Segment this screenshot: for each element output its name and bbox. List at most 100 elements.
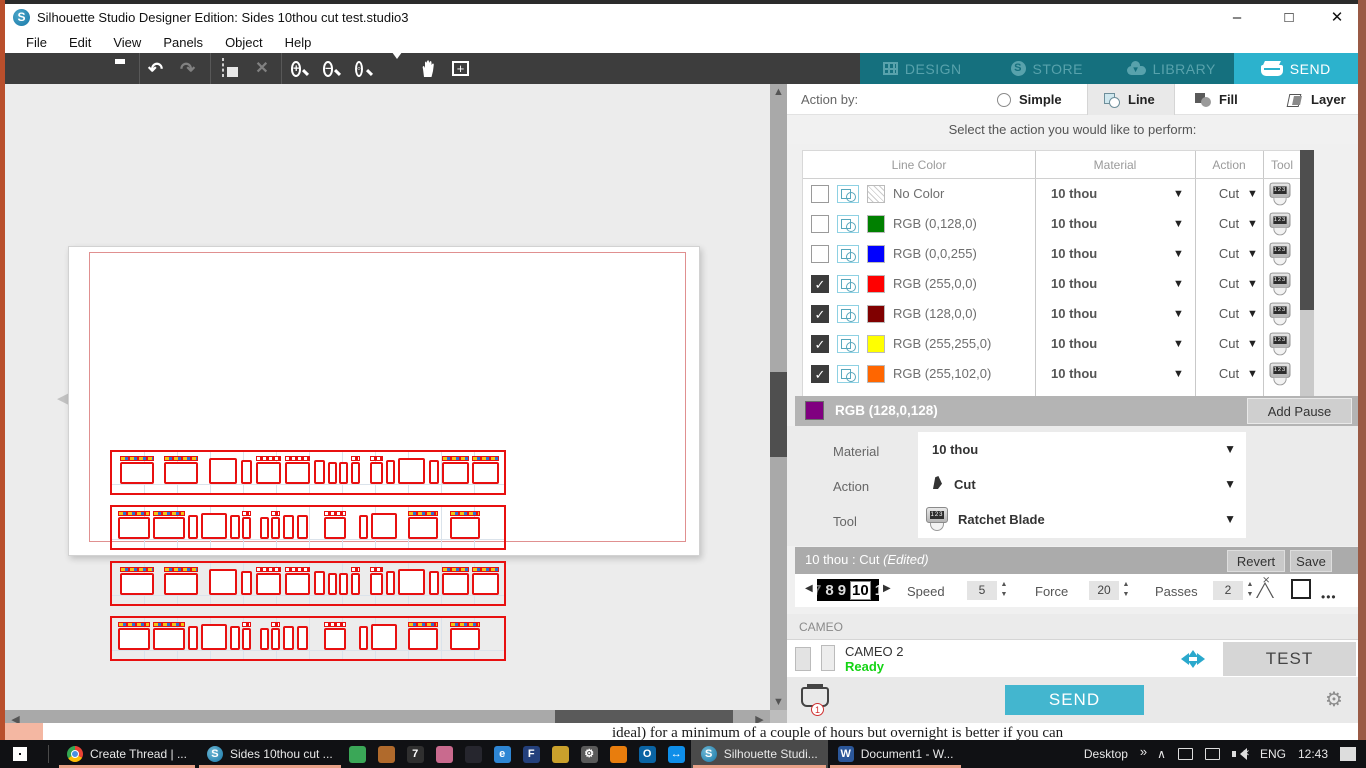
color-row-5[interactable]: ✓RGB (255,255,0)10 thou▼Cut▼123 <box>803 329 1301 359</box>
zoom-in-icon[interactable]: + <box>290 59 312 79</box>
photo-viewer-icon[interactable] <box>349 746 366 763</box>
taskbar-task[interactable]: WDocument1 - W... <box>828 740 964 768</box>
scroll-down-icon[interactable]: ▼ <box>770 696 787 708</box>
roll-left-icon[interactable] <box>1175 653 1189 665</box>
tray-expand-icon[interactable]: ∧ <box>1157 747 1166 761</box>
gear-app-icon[interactable]: ⚙ <box>581 746 598 763</box>
mode-line[interactable]: Line <box>1087 84 1175 115</box>
duplicate-icon[interactable] <box>219 59 241 79</box>
test-square-icon[interactable] <box>1291 579 1311 599</box>
open-file-icon[interactable] <box>45 59 67 79</box>
settings-gear-icon[interactable]: ⚙ <box>1325 687 1343 712</box>
nav-tab-store[interactable]: SSTORE <box>985 53 1110 84</box>
page-nav-left-icon[interactable]: ◀ <box>57 389 69 407</box>
save-button[interactable]: Save <box>1290 550 1332 572</box>
row-tool-blade-icon[interactable]: 123 <box>1270 303 1291 326</box>
carriage-side-strip-3[interactable] <box>110 616 506 661</box>
delete-icon[interactable]: ✕ <box>251 59 273 79</box>
row-checkbox[interactable]: ✓ <box>811 365 829 383</box>
studio-icon[interactable] <box>465 746 482 763</box>
row-tool-blade-icon[interactable]: 123 <box>1270 333 1291 356</box>
blade-test-triangle-icon[interactable] <box>1253 579 1279 602</box>
speed-stepper[interactable]: ▲▼ <box>999 580 1009 600</box>
row-material-dropdown-icon[interactable]: ▼ <box>1173 368 1184 380</box>
table-scroll-thumb[interactable] <box>1300 150 1314 310</box>
taskbar-task[interactable]: Create Thread | ... <box>57 740 197 768</box>
design-canvas[interactable]: ◀ <box>5 84 770 710</box>
color-row-2[interactable]: RGB (0,0,255)10 thou▼Cut▼123 <box>803 239 1301 269</box>
nav-tab-send[interactable]: SEND <box>1234 53 1359 84</box>
mode-simple[interactable]: Simple <box>997 84 1087 115</box>
blade-decrease-icon[interactable]: ◀ <box>805 583 813 594</box>
taskbar-task[interactable]: SSilhouette Studi... <box>691 740 828 768</box>
nav-tab-design[interactable]: DESIGN <box>860 53 985 84</box>
blade-increase-icon[interactable]: ▶ <box>883 583 891 594</box>
blender-icon[interactable] <box>610 746 627 763</box>
send-button[interactable]: SEND <box>1005 685 1144 715</box>
save-icon[interactable] <box>77 59 99 79</box>
force-stepper[interactable]: ▲▼ <box>1121 580 1131 600</box>
chevrons[interactable]: » <box>1140 744 1145 759</box>
mode-fill[interactable]: Fill <box>1179 84 1267 115</box>
tool-dropdown[interactable]: 123 Ratchet Blade ▼ <box>918 502 1246 537</box>
close-button[interactable]: ✕ <box>1315 4 1359 31</box>
minimize-button[interactable]: – <box>1215 4 1259 31</box>
row-checkbox[interactable] <box>811 185 829 203</box>
carriage-side-strip-2[interactable] <box>110 561 506 606</box>
row-material-dropdown-icon[interactable]: ▼ <box>1173 218 1184 230</box>
row-tool-blade-icon[interactable]: 123 <box>1270 183 1291 206</box>
blade-depth-dial[interactable]: 789101 <box>817 579 879 601</box>
color-row-4[interactable]: ✓RGB (128,0,0)10 thou▼Cut▼123 <box>803 299 1301 329</box>
battery-icon[interactable] <box>1178 748 1193 760</box>
volume-muted-icon[interactable]: ✕ <box>1232 748 1248 760</box>
add-pause-button[interactable]: Add Pause <box>1247 398 1352 424</box>
undo-icon[interactable]: ↶ <box>148 59 170 79</box>
row-tool-blade-icon[interactable]: 123 <box>1270 213 1291 236</box>
row-material-dropdown-icon[interactable]: ▼ <box>1173 278 1184 290</box>
zoom-selection-icon[interactable]: ◦ <box>354 59 376 79</box>
notification-center-icon[interactable] <box>1340 747 1356 761</box>
maximize-button[interactable]: □ <box>1267 4 1311 31</box>
row-action-dropdown-icon[interactable]: ▼ <box>1247 248 1258 260</box>
color-row-0[interactable]: No Color10 thou▼Cut▼123 <box>803 179 1301 209</box>
row-tool-blade-icon[interactable]: 123 <box>1270 273 1291 296</box>
row-material-dropdown-icon[interactable]: ▼ <box>1173 338 1184 350</box>
pixel-app-icon[interactable] <box>552 746 569 763</box>
row-material-dropdown-icon[interactable]: ▼ <box>1173 188 1184 200</box>
row-action-dropdown-icon[interactable]: ▼ <box>1247 188 1258 200</box>
print-icon[interactable] <box>109 59 131 79</box>
row-action-dropdown-icon[interactable]: ▼ <box>1247 278 1258 290</box>
start-button[interactable] <box>0 740 40 768</box>
fit-to-page-icon[interactable]: + <box>452 61 469 76</box>
row-checkbox[interactable]: ✓ <box>811 305 829 323</box>
row-action-dropdown-icon[interactable]: ▼ <box>1247 308 1258 320</box>
menu-panels[interactable]: Panels <box>152 35 214 50</box>
row-action-dropdown-icon[interactable]: ▼ <box>1247 218 1258 230</box>
menu-object[interactable]: Object <box>214 35 274 50</box>
desktop-label[interactable]: Desktop <box>1084 747 1128 761</box>
row-checkbox[interactable]: ✓ <box>811 335 829 353</box>
material-dropdown[interactable]: 10 thou ▼ <box>918 432 1246 467</box>
language-indicator[interactable]: ENG <box>1260 747 1286 761</box>
roller-dpad[interactable] <box>1175 647 1211 671</box>
color-row-1[interactable]: RGB (0,128,0)10 thou▼Cut▼123 <box>803 209 1301 239</box>
clock[interactable]: 12:43 <box>1298 747 1328 761</box>
more-options[interactable]: ••• <box>1321 590 1337 604</box>
row-checkbox[interactable] <box>811 245 829 263</box>
menu-edit[interactable]: Edit <box>58 35 102 50</box>
action-dropdown[interactable]: Cut ▼ <box>918 467 1246 502</box>
scroll-up-icon[interactable]: ▲ <box>770 86 787 98</box>
row-material-dropdown-icon[interactable]: ▼ <box>1173 248 1184 260</box>
test-button[interactable]: TEST <box>1223 642 1356 676</box>
row-tool-blade-icon[interactable]: 123 <box>1270 363 1291 386</box>
row-action-dropdown-icon[interactable]: ▼ <box>1247 338 1258 350</box>
f-app-icon[interactable]: F <box>523 746 540 763</box>
menu-view[interactable]: View <box>102 35 152 50</box>
menu-file[interactable]: File <box>15 35 58 50</box>
drag-zoom-icon[interactable] <box>386 59 408 79</box>
revert-button[interactable]: Revert <box>1227 550 1285 572</box>
row-material-dropdown-icon[interactable]: ▼ <box>1173 308 1184 320</box>
carriage-side-strip-0[interactable] <box>110 450 506 495</box>
network-icon[interactable] <box>1205 748 1220 760</box>
zoom-out-icon[interactable]: − <box>322 59 344 79</box>
